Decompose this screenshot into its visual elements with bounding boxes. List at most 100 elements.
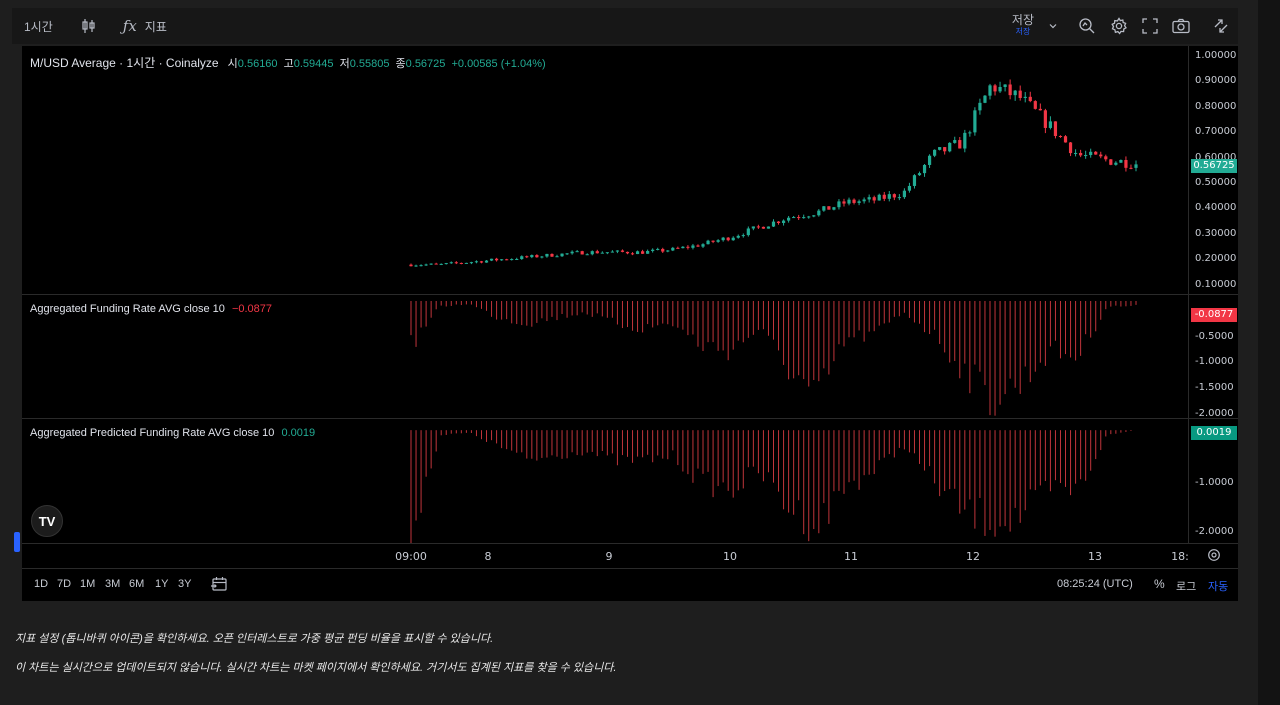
range-7d-button[interactable]: 7D [57,578,71,590]
time-tick: 12 [966,550,980,563]
footnote-realtime: 이 차트는 실시간으로 업데이트되지 않습니다. 실시간 차트는 마켓 페이지에… [15,662,617,674]
candle-style-icon[interactable] [81,18,97,34]
time-tick: 09:00 [395,550,427,563]
candle-body [409,264,413,267]
candle-body [454,262,458,264]
price-tick: 1.00000 [1195,50,1237,61]
range-1y-button[interactable]: 1Y [155,578,168,590]
candle-body [671,247,675,251]
funding-rate-pane[interactable]: Aggregated Funding Rate AVG close 10 −0.… [22,295,1188,418]
candle-body [625,251,630,254]
candle-body [575,251,579,253]
candle-body [439,263,443,265]
time-axis-settings-icon[interactable] [1207,548,1221,567]
candle-body [525,256,529,258]
scroll-handle[interactable] [14,532,20,552]
candle-body [852,199,856,203]
candle-body [1008,84,1012,96]
interval-selector[interactable]: 1시간 [24,18,53,35]
symbol-title[interactable]: M/USD Average · 1시간 · Coinalyze [30,56,219,70]
candle-body [716,240,720,242]
price-candles [409,79,1138,267]
candle-body [510,259,514,261]
function-icon: ƒx [122,17,137,35]
time-tick: 11 [844,550,858,563]
camera-snapshot-icon[interactable] [1172,18,1190,34]
candle-body [691,245,695,248]
candle-body [1073,152,1078,154]
percent-scale-button[interactable]: % [1154,577,1165,591]
indicators-label: 지표 [144,19,167,34]
quick-search-icon[interactable] [1078,17,1096,35]
time-axis[interactable]: 09:00 8 9 10 11 12 13 18: [22,543,1238,568]
range-3m-button[interactable]: 3M [105,578,120,590]
tradingview-logo[interactable]: TV [31,505,63,537]
chevron-down-icon[interactable] [1048,21,1058,31]
expand-arrows-icon[interactable] [1212,17,1230,35]
candle-body [640,251,645,254]
price-pane[interactable]: M/USD Average · 1시간 · Coinalyze 시0.56160… [22,46,1188,294]
funding-legend: Aggregated Funding Rate AVG close 10 −0.… [30,303,272,315]
candle-body [958,140,962,149]
footnote-settings: 지표 설정 (톱니바퀴 아이콘)을 확인하세요. 오픈 인터레스트로 가중 평균… [15,633,494,645]
candle-body [590,251,594,255]
indicators-button[interactable]: ƒx 지표 [123,17,167,35]
candle-body [842,201,846,204]
price-tick: 0.90000 [1195,75,1237,86]
candle-body [479,261,484,263]
candle-body [872,197,876,201]
price-tick: 0.50000 [1195,177,1237,188]
candle-body [469,262,474,264]
time-tick: 9 [605,550,613,563]
fullscreen-icon[interactable] [1142,18,1158,34]
candle-body [580,251,584,255]
price-axis[interactable]: 1.00000 0.90000 0.80000 0.70000 0.60000 … [1188,46,1239,543]
candle-body [1058,135,1063,137]
candle-body [756,226,760,228]
candle-body [711,240,715,242]
candle-body [555,256,559,258]
predicted-title[interactable]: Aggregated Predicted Funding Rate AVG cl… [30,427,274,439]
candle-body [897,197,901,199]
candle-body [1013,90,1017,96]
candle-body [494,258,499,261]
low-label: 저 [339,58,350,70]
candle-body [1018,90,1022,98]
candle-body [1079,152,1083,156]
candle-body [751,226,755,229]
candle-body [832,207,836,210]
candle-body [797,217,801,219]
candle-body [1053,121,1058,136]
go-to-date-icon[interactable] [210,576,228,595]
utc-clock[interactable]: 08:25:24 (UTC) [1057,578,1133,590]
low-value: 0.55805 [349,58,390,70]
range-3y-button[interactable]: 3Y [178,578,191,590]
candle-body [600,252,604,254]
save-button[interactable]: 저장 저장 [1012,14,1034,37]
candle-body [812,215,816,217]
candle-body [444,263,448,265]
range-1m-button[interactable]: 1M [80,578,95,590]
candle-body [933,149,937,156]
candle-body [1099,154,1103,157]
candle-body [761,226,766,229]
predicted-tick: -1.0000 [1195,477,1234,488]
price-legend: M/USD Average · 1시간 · Coinalyze 시0.56160… [30,54,546,71]
candle-body [771,221,776,227]
predicted-legend: Aggregated Predicted Funding Rate AVG cl… [30,427,315,439]
funding-tick: -1.5000 [1195,382,1234,393]
funding-title[interactable]: Aggregated Funding Rate AVG close 10 [30,303,225,315]
predicted-funding-pane[interactable]: Aggregated Predicted Funding Rate AVG cl… [22,419,1188,543]
auto-scale-button[interactable]: 자동 [1208,578,1228,594]
settings-gear-icon[interactable] [1110,17,1128,35]
high-value: 0.59445 [293,58,334,70]
candle-body [585,254,589,256]
range-6m-button[interactable]: 6M [129,578,144,590]
candle-body [847,199,851,204]
log-scale-button[interactable]: 로그 [1176,578,1196,594]
candle-body [1038,108,1042,111]
chart-container[interactable]: M/USD Average · 1시간 · Coinalyze 시0.56160… [22,46,1239,601]
candle-body [464,262,468,264]
range-1d-button[interactable]: 1D [34,578,48,590]
candle-body [882,194,886,199]
